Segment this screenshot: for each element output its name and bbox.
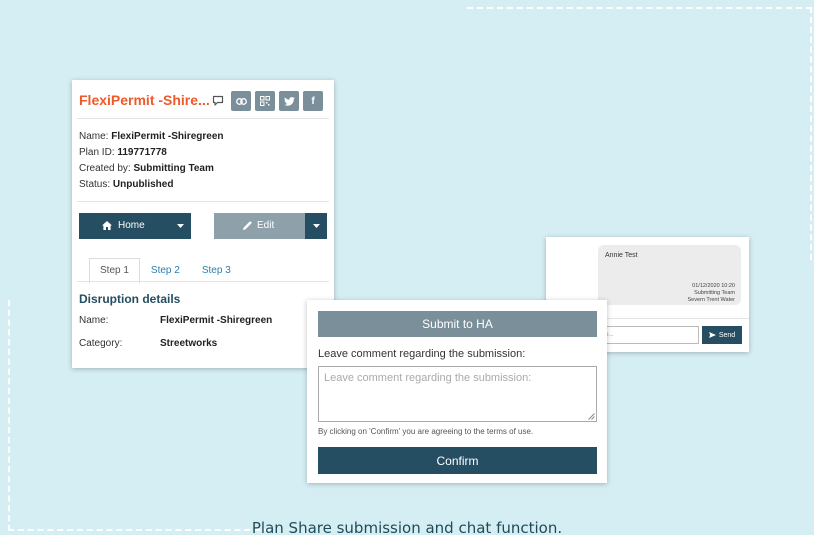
row-value: FlexiPermit -Shiregreen <box>160 315 273 326</box>
section-title: Disruption details <box>79 292 181 306</box>
message-timestamp: 01/12/2020 10:20 <box>692 283 735 289</box>
plan-id: Plan ID: 119771778 <box>79 147 167 158</box>
row-label: Name: <box>79 315 109 326</box>
qr-icon <box>260 96 270 106</box>
row-label: Category: <box>79 338 123 349</box>
message-organisation: Severn Trent Water <box>687 297 735 303</box>
divider <box>77 201 329 202</box>
decorative-dashed-frame-top-right <box>467 7 812 260</box>
plan-card: FlexiPermit -Shire... f Name: FlexiPermi… <box>72 80 334 368</box>
twitter-share-button[interactable] <box>279 91 299 111</box>
plan-name: Name: FlexiPermit -Shiregreen <box>79 131 224 142</box>
edit-dropdown-toggle[interactable] <box>305 213 327 239</box>
tab-step-3[interactable]: Step 3 <box>191 258 242 284</box>
facebook-share-button[interactable]: f <box>303 91 323 111</box>
caption: Plan Share submission and chat function. <box>251 519 563 535</box>
facebook-icon: f <box>311 95 315 107</box>
send-button-label: Send <box>718 331 736 339</box>
step-tabs: Step 1 Step 2 Step 3 <box>89 258 242 284</box>
caret-down-icon <box>176 224 184 228</box>
plan-title: FlexiPermit -Shire... <box>79 92 210 108</box>
comment-icon[interactable] <box>212 95 224 107</box>
send-icon <box>708 332 716 338</box>
message-team: Submitting Team <box>694 290 735 296</box>
row-value: Streetworks <box>160 338 218 349</box>
link-share-button[interactable] <box>231 91 251 111</box>
home-button-label: Home <box>118 220 145 231</box>
link-icon <box>235 97 247 105</box>
tab-step-2[interactable]: Step 2 <box>140 258 191 284</box>
comment-label: Leave comment regarding the submission: <box>318 348 526 360</box>
plan-status: Status: Unpublished <box>79 179 174 190</box>
twitter-icon <box>283 96 295 106</box>
caret-down-icon <box>312 224 320 228</box>
comment-textarea[interactable] <box>318 366 597 422</box>
send-button[interactable]: Send <box>702 326 742 344</box>
edit-button-label: Edit <box>257 220 275 231</box>
plan-created-by: Created by: Submitting Team <box>79 163 214 174</box>
submit-panel: Submit to HA Leave comment regarding the… <box>307 300 607 483</box>
tab-step-1[interactable]: Step 1 <box>89 258 140 284</box>
home-icon <box>102 221 112 230</box>
pencil-icon <box>243 221 252 230</box>
message-author: Annie Test <box>605 252 638 259</box>
home-dropdown-toggle[interactable] <box>169 213 191 239</box>
home-button[interactable]: Home <box>79 213 191 239</box>
edit-button[interactable]: Edit <box>214 213 327 239</box>
submit-to-ha-header: Submit to HA <box>318 311 597 337</box>
divider <box>77 118 329 119</box>
qr-share-button[interactable] <box>255 91 275 111</box>
confirm-button[interactable]: Confirm <box>318 447 597 474</box>
chat-message-bubble: Annie Test 01/12/2020 10:20 Submitting T… <box>598 245 741 305</box>
terms-notice: By clicking on 'Confirm' you are agreein… <box>318 427 534 436</box>
resize-grip-icon[interactable] <box>587 412 595 420</box>
